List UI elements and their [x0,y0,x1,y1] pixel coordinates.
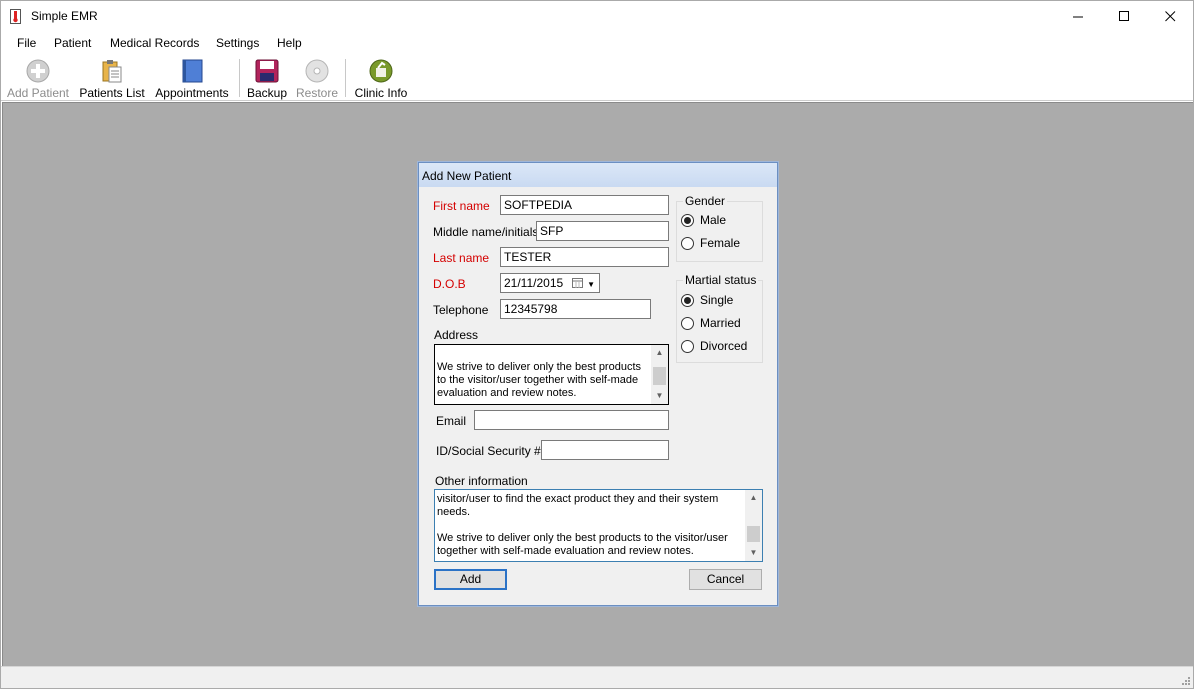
marital-married-radio[interactable]: Married [681,316,741,330]
menu-settings[interactable]: Settings [216,36,259,50]
minimize-icon [1072,16,1083,18]
add-plus-icon [26,59,50,83]
minimize-button[interactable] [1055,1,1101,32]
add-button[interactable]: Add [434,569,507,590]
dob-value: 21/11/2015 [504,276,564,290]
address-text: We strive to deliver only the best produ… [437,361,645,399]
resize-grip-icon[interactable] [1180,675,1190,685]
notebook-icon [182,59,203,83]
email-input[interactable] [474,410,669,430]
window-title: Simple EMR [31,9,98,23]
radio-checked-icon [681,293,694,307]
thermometer-app-icon [10,9,21,24]
calendar-icon [572,278,583,288]
radio-unchecked-icon [681,339,694,353]
scroll-thumb[interactable] [653,367,666,385]
radio-unchecked-icon [681,316,694,330]
scroll-up-icon[interactable]: ▲ [745,491,762,505]
middle-name-label: Middle name/initials [433,225,539,239]
clinic-info-label: Clinic Info [354,86,408,100]
middle-name-input[interactable]: SFP [536,221,669,241]
id-ssn-label: ID/Social Security # [436,444,541,458]
add-patient-button[interactable]: Add Patient [5,58,71,100]
other-info-scrollbar[interactable]: ▲ ▼ [745,490,762,561]
maximize-icon [1118,11,1129,21]
backup-label: Backup [246,86,288,100]
scroll-down-icon[interactable]: ▼ [651,389,668,403]
add-patient-label: Add Patient [6,86,70,100]
restore-label: Restore [295,86,339,100]
close-button[interactable] [1147,1,1193,32]
patients-list-button[interactable]: Patients List [79,58,145,100]
radio-checked-icon [681,213,694,227]
title-bar: Simple EMR [1,1,1193,32]
marital-status-title: Martial status [683,273,759,287]
email-label: Email [436,414,467,428]
dialog-title: Add New Patient [419,163,777,187]
last-name-input[interactable]: TESTER [500,247,669,267]
status-bar [1,666,1193,688]
address-label: Address [434,328,479,342]
menu-medical-records[interactable]: Medical Records [110,36,199,50]
scroll-thumb[interactable] [747,526,760,542]
toolbar: Add Patient Patients List Appointments B… [1,55,1193,101]
marital-married-label: Married [700,316,741,330]
other-info-text: visitor/user to find the exact product t… [437,493,728,557]
appointments-label: Appointments [155,86,229,100]
first-name-label: First name [433,199,490,213]
menu-bar: File Patient Medical Records Settings He… [1,32,1193,54]
toolbar-separator [345,59,346,97]
close-icon [1164,11,1175,22]
gender-female-radio[interactable]: Female [681,236,740,250]
clipboard-icon [102,60,122,83]
cd-disc-icon [305,59,329,83]
telephone-label: Telephone [433,303,489,317]
other-info-label: Other information [435,474,528,488]
patients-list-label: Patients List [79,86,145,100]
gender-groupbox: Gender Male Female [676,194,763,262]
address-textarea[interactable]: We strive to deliver only the best produ… [434,344,669,405]
menu-help[interactable]: Help [277,36,302,50]
toolbar-separator [239,59,240,97]
gender-title: Gender [683,194,728,208]
clinic-info-button[interactable]: Clinic Info [351,58,411,100]
app-window: Simple EMR File Patient Medical Records … [0,0,1194,689]
gender-male-label: Male [700,213,727,227]
other-info-textarea[interactable]: visitor/user to find the exact product t… [434,489,763,562]
scroll-up-icon[interactable]: ▲ [651,346,668,360]
dob-date-picker[interactable]: 21/11/2015 ▼ [500,273,600,293]
gender-female-label: Female [700,236,741,250]
marital-divorced-label: Divorced [700,339,748,353]
gender-male-radio[interactable]: Male [681,213,726,227]
menu-patient[interactable]: Patient [54,36,91,50]
marital-single-label: Single [700,293,734,307]
marital-status-groupbox: Martial status Single Married Divorced [676,273,763,363]
radio-unchecked-icon [681,236,694,250]
backup-button[interactable]: Backup [245,58,289,100]
id-ssn-input[interactable] [541,440,669,460]
marital-divorced-radio[interactable]: Divorced [681,339,747,353]
address-scrollbar[interactable]: ▲ ▼ [651,345,668,404]
restore-button[interactable]: Restore [295,58,339,100]
cancel-button[interactable]: Cancel [689,569,762,590]
last-name-label: Last name [433,251,490,265]
appointments-button[interactable]: Appointments [153,58,231,100]
clinic-info-icon [369,59,393,83]
floppy-disk-icon [255,59,279,83]
menu-file[interactable]: File [17,36,36,50]
dob-label: D.O.B [433,277,466,291]
add-patient-dialog: Add New Patient First name SOFTPEDIA Mid… [418,162,778,606]
scroll-down-icon[interactable]: ▼ [745,546,762,560]
maximize-button[interactable] [1101,1,1147,32]
marital-single-radio[interactable]: Single [681,293,733,307]
telephone-input[interactable]: 12345798 [500,299,651,319]
chevron-down-icon[interactable]: ▼ [587,280,595,289]
first-name-input[interactable]: SOFTPEDIA [500,195,669,215]
